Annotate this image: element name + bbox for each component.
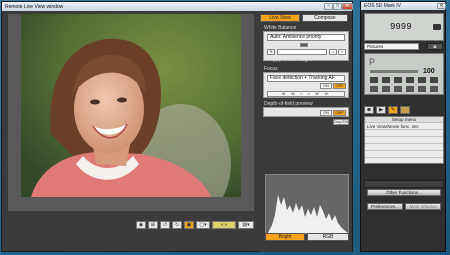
eyedropper-icon[interactable]: ✎ <box>267 49 275 55</box>
title-bar: Remote Live View window <box>2 2 352 11</box>
wb-shift-handle[interactable] <box>300 43 308 47</box>
view-options-icon[interactable]: ▤▾ <box>238 221 254 229</box>
iso-value: 100 <box>423 68 435 75</box>
exposure-sim-icon[interactable]: ◐◑ <box>212 221 236 229</box>
apply-shot-images-checkbox[interactable]: ☑ Apply to shot images <box>265 57 312 63</box>
portrait-image <box>21 14 241 197</box>
af-frame-icon[interactable]: ▣ <box>184 221 194 229</box>
main-window-button[interactable]: Main Window <box>405 203 441 210</box>
camera-icon-button[interactable]: ◉ <box>136 221 146 229</box>
menu-item-live-view-func[interactable]: Live View/Movie func. set. <box>365 124 443 130</box>
dof-off-button[interactable]: OFF <box>333 110 346 116</box>
camera-title: EOS 5D Mark IV <box>364 3 401 9</box>
menu-item-empty-4[interactable] <box>365 152 443 158</box>
menu-item-empty-3[interactable] <box>365 145 443 151</box>
wb-custom-select[interactable] <box>277 49 327 55</box>
tab-rgb[interactable]: RGB <box>307 233 349 241</box>
wb-minus-button[interactable]: – <box>329 49 337 55</box>
close-window-button[interactable]: ✕ <box>342 3 353 10</box>
window-title: Remote Live View window <box>5 3 64 10</box>
focus-on-button[interactable]: ON <box>320 83 332 89</box>
camera-icon[interactable]: ◙ <box>427 43 443 50</box>
tab-bright[interactable]: Bright <box>265 233 305 241</box>
apply-shot-images-label: Apply to shot images <box>270 57 312 62</box>
tab-compose[interactable]: Compose <box>302 14 348 22</box>
setup-menu-icon[interactable]: ✎ <box>388 106 398 114</box>
shooting-menu-icon[interactable]: ◙ <box>364 106 374 114</box>
setting-icons-row-2[interactable] <box>370 86 440 92</box>
mode-badge: P <box>369 57 376 67</box>
tab-live-view[interactable]: Live View <box>260 14 300 22</box>
live-view-area[interactable] <box>8 14 254 211</box>
menu-item-empty-1[interactable] <box>365 131 443 137</box>
histogram <box>265 174 349 234</box>
extra-button[interactable]: DepGW <box>333 119 349 125</box>
playback-menu-icon[interactable]: ▶ <box>376 106 386 114</box>
menu-list: Setup menu Live View/Movie func. set. <box>364 116 444 164</box>
histogram-graph <box>268 195 348 233</box>
custom-menu-icon[interactable] <box>400 106 410 114</box>
card-icon <box>433 24 441 30</box>
camera-title-bar: EOS 5D Mark IV <box>361 2 445 10</box>
disabled-row <box>364 180 444 188</box>
menu-item-empty-2[interactable] <box>365 138 443 144</box>
live-view-image <box>21 14 241 197</box>
camera-settings-lcd: P 100 <box>364 53 444 95</box>
settings-panel: Live View Compose White Balance Auto: Am… <box>260 14 352 252</box>
menu-tabs: ◙ ▶ ✎ <box>364 106 444 114</box>
camera-close-icon[interactable]: ✕ <box>437 3 446 9</box>
camera-control-window: EOS 5D Mark IV ✕ 9999 Pictures ◙ P 100 ◙… <box>360 1 446 252</box>
exposure-scale <box>370 70 418 73</box>
rotate-right-icon[interactable]: ↻ <box>172 221 182 229</box>
focus-off-button[interactable]: OFF <box>333 83 346 89</box>
menu-header: Setup menu <box>365 117 443 123</box>
minimize-button[interactable]: – <box>324 3 333 10</box>
focus-drive-buttons[interactable]: ≪ ≪ < > ≫ ≫ <box>267 91 345 97</box>
live-view-toolbar: ◉ ⊞ ↺ ↻ ▣ ▢▾ ◐◑ ▤▾ <box>8 221 260 231</box>
setting-icons-row[interactable] <box>370 77 440 83</box>
pictures-select[interactable]: Pictures <box>364 43 419 50</box>
wb-plus-button[interactable]: + <box>338 49 346 55</box>
white-balance-select[interactable]: Auto: Ambience priority <box>267 34 345 41</box>
shots-remaining: 9999 <box>390 22 412 32</box>
depth-of-field-section: ON OFF <box>263 107 349 117</box>
maximize-button[interactable]: □ <box>333 3 342 10</box>
remote-live-view-window: Remote Live View window – □ ✕ ◉ ⊞ ↺ ↻ ▣ … <box>1 1 353 252</box>
preferences-button[interactable]: Preferences... <box>367 203 403 210</box>
shots-remaining-panel: 9999 <box>364 13 444 41</box>
aspect-ratio-icon[interactable]: ▢▾ <box>196 221 210 229</box>
zoom-icon-button[interactable]: ⊞ <box>148 221 158 229</box>
dof-on-button[interactable]: ON <box>320 110 332 116</box>
other-functions-button[interactable]: Other Functions... <box>367 189 441 196</box>
af-mode-select[interactable]: Face detection + Tracking AF <box>267 75 345 82</box>
rotate-left-icon[interactable]: ↺ <box>160 221 170 229</box>
focus-section: Face detection + Tracking AF ON OFF ≪ ≪ … <box>263 72 349 98</box>
